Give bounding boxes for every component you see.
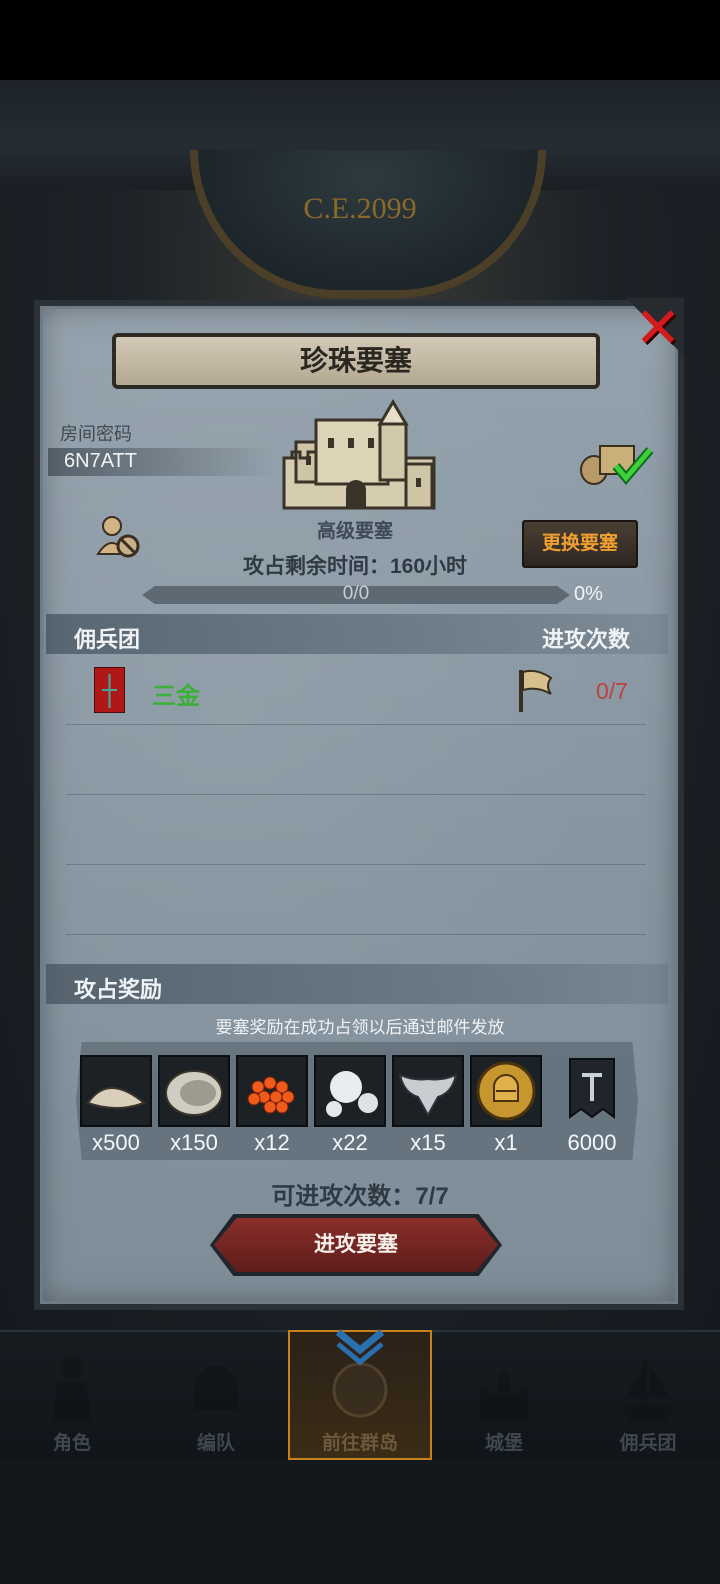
reward-item[interactable]: x22 — [314, 1055, 386, 1156]
attack-count-header: 进攻次数 — [542, 627, 631, 652]
row-divider — [66, 794, 646, 795]
user-blocked-icon[interactable] — [96, 514, 142, 560]
reward-qty: 6000 — [567, 1130, 617, 1155]
reward-qty: x15 — [410, 1130, 446, 1155]
reward-qty: x1 — [494, 1130, 518, 1155]
resource-collected-icon[interactable] — [578, 440, 658, 490]
room-code-value: 6N7ATT — [64, 450, 137, 472]
castle-icon — [480, 1372, 528, 1422]
nav-item-castle[interactable]: 城堡 — [432, 1330, 576, 1460]
oyster-icon — [158, 1055, 230, 1127]
nav-item-formation[interactable]: 编队 — [144, 1330, 288, 1460]
nav-item-mercenary[interactable]: 佣兵团 — [576, 1330, 720, 1460]
ship-icon — [620, 1358, 676, 1421]
mercenary-name[interactable]: 三金 — [152, 676, 200, 711]
fortress-castle-icon — [282, 399, 436, 510]
remaining-time-unit: 小时 — [425, 555, 468, 578]
reward-qty: x500 — [92, 1130, 140, 1155]
room-code-label: 房间密码 — [60, 424, 132, 444]
reward-item[interactable]: x150 — [158, 1055, 230, 1156]
capture-progress-text: 0/0 — [342, 583, 370, 604]
reward-qty: x22 — [332, 1130, 368, 1155]
status-bar-area — [0, 0, 720, 80]
reward-qty: x12 — [254, 1130, 290, 1155]
reward-item[interactable]: x15 — [392, 1055, 464, 1156]
bottom-band — [0, 1460, 720, 1584]
remaining-time-value: 160 — [389, 555, 426, 578]
knight-icon — [52, 1356, 92, 1422]
attack-fortress-button[interactable]: 进攻要塞 — [214, 1218, 498, 1272]
nav-label: 城堡 — [484, 1433, 523, 1454]
winged-emblem-icon — [392, 1055, 464, 1127]
attacks-remaining-value: 7/7 — [415, 1183, 449, 1210]
reward-item[interactable]: x500 — [80, 1055, 152, 1156]
mercenary-section-title: 佣兵团 — [74, 627, 141, 652]
attacks-remaining: 可进攻次数：7/7 — [200, 1176, 520, 1211]
reward-item[interactable]: x12 — [236, 1055, 308, 1156]
nav-label: 角色 — [52, 1433, 91, 1454]
remaining-time-label: 攻占剩余时间： — [242, 555, 390, 578]
golden-helmet-coin-icon — [470, 1055, 542, 1127]
row-divider — [66, 934, 646, 935]
era-label: C.E.2099 — [303, 192, 417, 225]
nav-item-character[interactable]: 角色 — [0, 1330, 144, 1460]
reward-item[interactable]: x1 — [470, 1055, 542, 1156]
attack-flag-icon — [519, 669, 553, 712]
remaining-time: 攻占剩余时间：160小时 — [200, 550, 510, 580]
reward-section-title: 攻占奖励 — [74, 977, 163, 1002]
sand-pile-icon — [80, 1055, 152, 1127]
guild-banner-icon — [556, 1055, 628, 1127]
reward-qty: x150 — [170, 1130, 218, 1155]
roe-icon — [236, 1055, 308, 1127]
reward-note: 要塞奖励在成功占领以后通过邮件发放 — [215, 1018, 505, 1037]
row-divider — [66, 864, 646, 865]
row-divider — [66, 724, 646, 725]
mercenary-attack-count: 0/7 — [596, 678, 628, 704]
nav-label: 编队 — [196, 1433, 235, 1454]
nav-label: 前往群岛 — [321, 1433, 398, 1454]
attacks-remaining-label: 可进攻次数： — [271, 1183, 416, 1210]
close-icon[interactable]: ✕ — [632, 300, 684, 356]
reward-item[interactable]: 6000 — [556, 1055, 628, 1156]
panel-title: 珍珠要塞 — [112, 333, 600, 389]
helmet-icon — [194, 1366, 238, 1410]
nav-label: 佣兵团 — [619, 1433, 677, 1454]
mercenary-banner-icon — [94, 667, 125, 713]
fortress-level: 高级要塞 — [316, 521, 393, 542]
pearl-icon — [314, 1055, 386, 1127]
capture-progress-percent: 0% — [574, 583, 603, 605]
chevron-down-icon — [335, 1329, 385, 1366]
change-fortress-button[interactable]: 更换要塞 — [522, 520, 638, 568]
